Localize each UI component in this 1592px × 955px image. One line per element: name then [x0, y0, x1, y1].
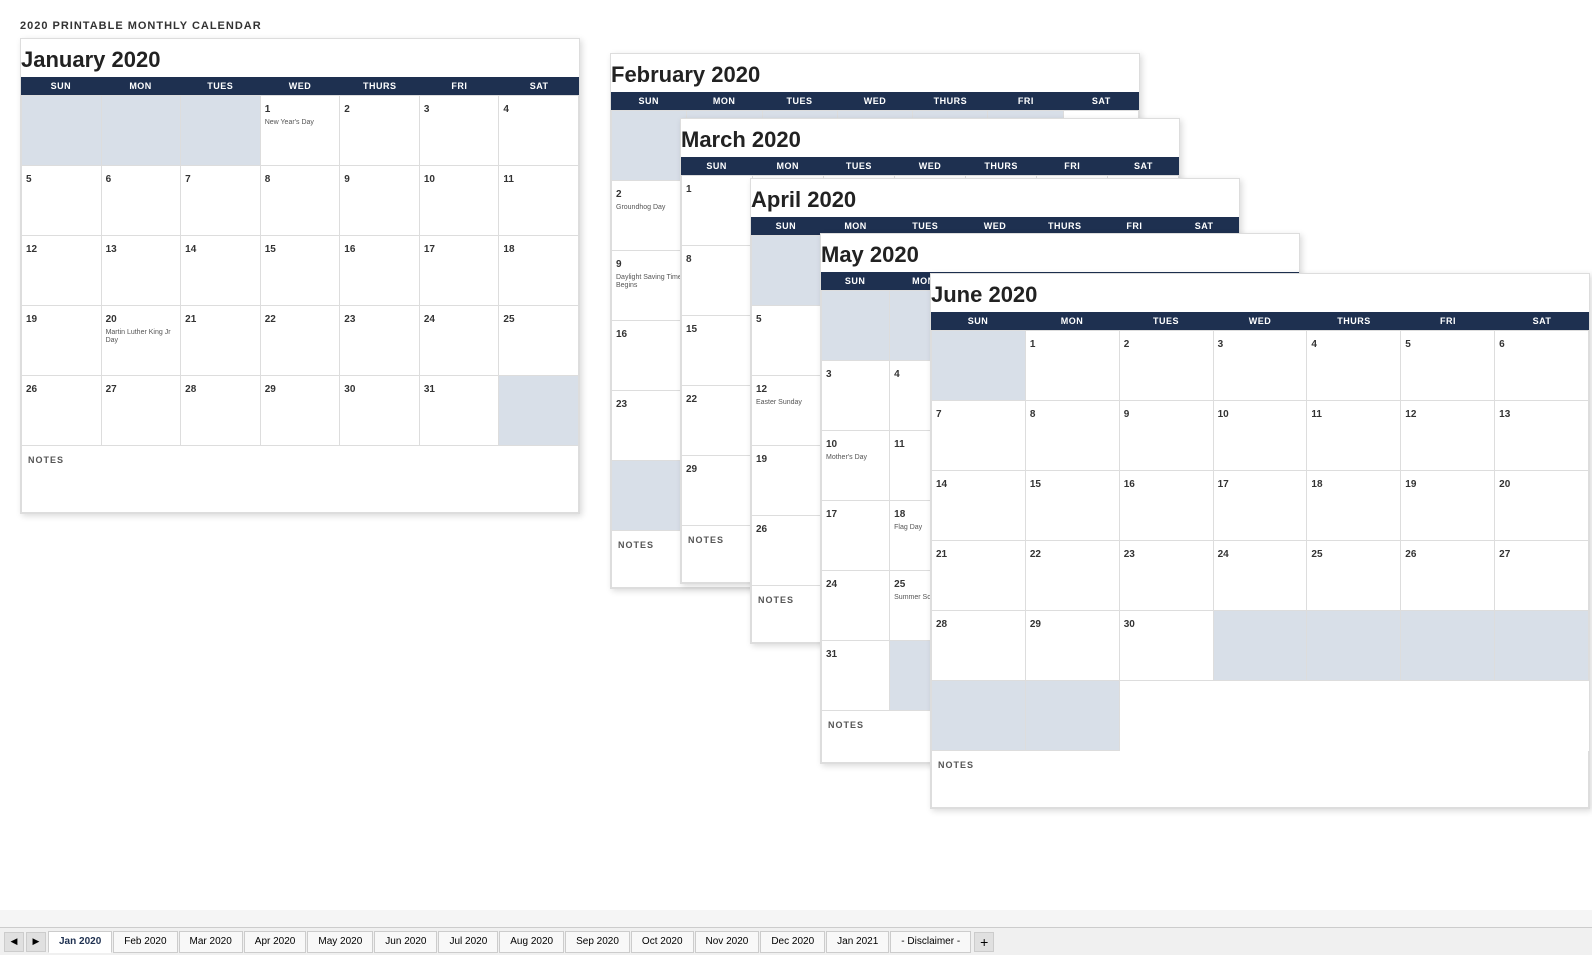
calendar-june: June 2020 SUN MON TUES WED THURS FRI SAT…	[930, 273, 1590, 809]
tab-jun2020[interactable]: Jun 2020	[374, 931, 437, 953]
january-header: SUN MON TUES WED THURS FRI SAT	[21, 77, 579, 95]
jan-cell-14: 14	[181, 236, 261, 306]
jan-cell-26: 26	[22, 376, 102, 446]
jan-cell-15: 15	[261, 236, 341, 306]
jan-cell-17: 17	[420, 236, 500, 306]
tab-jul2020[interactable]: Jul 2020	[438, 931, 498, 953]
jan-cell-21: 21	[181, 306, 261, 376]
jan-cell-30: 30	[340, 376, 420, 446]
jan-hdr-fri: FRI	[420, 77, 500, 95]
jan-cell-31: 31	[420, 376, 500, 446]
june-notes: NOTES	[931, 751, 1589, 808]
jan-cell-6: 6	[102, 166, 182, 236]
jan-cell-28: 28	[181, 376, 261, 446]
calendars-wrapper: January 2020 SUN MON TUES WED THURS FRI …	[20, 38, 1572, 888]
tab-jan2020[interactable]: Jan 2020	[48, 931, 112, 953]
jan-cell-11: 11	[499, 166, 579, 236]
tab-nav-left[interactable]: ◀	[4, 932, 24, 952]
jan-cell-19: 19	[22, 306, 102, 376]
march-title: March 2020	[681, 119, 1179, 157]
jan-cell-9: 9	[340, 166, 420, 236]
jan-hdr-mon: MON	[101, 77, 181, 95]
jan-hdr-sat: SAT	[499, 77, 579, 95]
jan-cell-18: 18	[499, 236, 579, 306]
tab-dec2020[interactable]: Dec 2020	[760, 931, 825, 953]
jan-cell-22: 22	[261, 306, 341, 376]
tab-nav-right[interactable]: ▶	[26, 932, 46, 952]
jan-cell-16: 16	[340, 236, 420, 306]
tab-add-button[interactable]: +	[974, 932, 994, 952]
jan-hdr-tue: TUES	[180, 77, 260, 95]
tab-disclaimer[interactable]: - Disclaimer -	[890, 931, 971, 953]
jan-cell-20: 20Martin Luther King Jr Day	[102, 306, 182, 376]
march-header: SUN MON TUES WED THURS FRI SAT	[681, 157, 1179, 175]
jan-hdr-sun: SUN	[21, 77, 101, 95]
tab-nov2020[interactable]: Nov 2020	[695, 931, 760, 953]
tab-sep2020[interactable]: Sep 2020	[565, 931, 630, 953]
jan-cell-1: 1New Year's Day	[261, 96, 341, 166]
february-title: February 2020	[611, 54, 1139, 92]
tab-jan2021[interactable]: Jan 2021	[826, 931, 889, 953]
jan-hdr-wed: WED	[260, 77, 340, 95]
jan-cell-8: 8	[261, 166, 341, 236]
february-header: SUN MON TUES WED THURS FRI SAT	[611, 92, 1139, 110]
tab-bar: ◀ ▶ Jan 2020 Feb 2020 Mar 2020 Apr 2020 …	[0, 927, 1592, 955]
jan-cell-5: 5	[22, 166, 102, 236]
jan-cell-10: 10	[420, 166, 500, 236]
calendar-january: January 2020 SUN MON TUES WED THURS FRI …	[20, 38, 580, 514]
tab-aug2020[interactable]: Aug 2020	[499, 931, 564, 953]
january-body: 1New Year's Day 2 3 4 5 6 7 8 9 10 11 12…	[21, 95, 579, 446]
june-header: SUN MON TUES WED THURS FRI SAT	[931, 312, 1589, 330]
january-notes: NOTES	[21, 446, 579, 513]
jan-cell-7: 7	[181, 166, 261, 236]
jan-cell-4: 4	[499, 96, 579, 166]
jan-cell-24: 24	[420, 306, 500, 376]
jan-hdr-thu: THURS	[340, 77, 420, 95]
may-title: May 2020	[821, 234, 1299, 272]
jan-cell-29: 29	[261, 376, 341, 446]
jan-cell-13: 13	[102, 236, 182, 306]
page-title: 2020 PRINTABLE MONTHLY CALENDAR	[20, 20, 1572, 32]
june-body: 1 2 3 4 5 6 7 8 9 10 11 12 13 14 15 16 1…	[931, 330, 1589, 751]
tab-oct2020[interactable]: Oct 2020	[631, 931, 694, 953]
tab-may2020[interactable]: May 2020	[307, 931, 373, 953]
jan-cell-3: 3	[420, 96, 500, 166]
tab-mar2020[interactable]: Mar 2020	[179, 931, 243, 953]
jan-cell-25: 25	[499, 306, 579, 376]
jan-cell-23: 23	[340, 306, 420, 376]
jan-cell-empty1	[22, 96, 102, 166]
tab-feb2020[interactable]: Feb 2020	[113, 931, 177, 953]
jan-cell-2: 2	[340, 96, 420, 166]
jan-cell-27: 27	[102, 376, 182, 446]
june-title: June 2020	[931, 274, 1589, 312]
jan-cell-empty3	[181, 96, 261, 166]
tab-apr2020[interactable]: Apr 2020	[244, 931, 307, 953]
jan-cell-shaded	[499, 376, 579, 446]
jan-cell-12: 12	[22, 236, 102, 306]
january-title: January 2020	[21, 39, 579, 77]
jan-cell-empty2	[102, 96, 182, 166]
april-title: April 2020	[751, 179, 1239, 217]
main-area: 2020 PRINTABLE MONTHLY CALENDAR January …	[0, 0, 1592, 910]
